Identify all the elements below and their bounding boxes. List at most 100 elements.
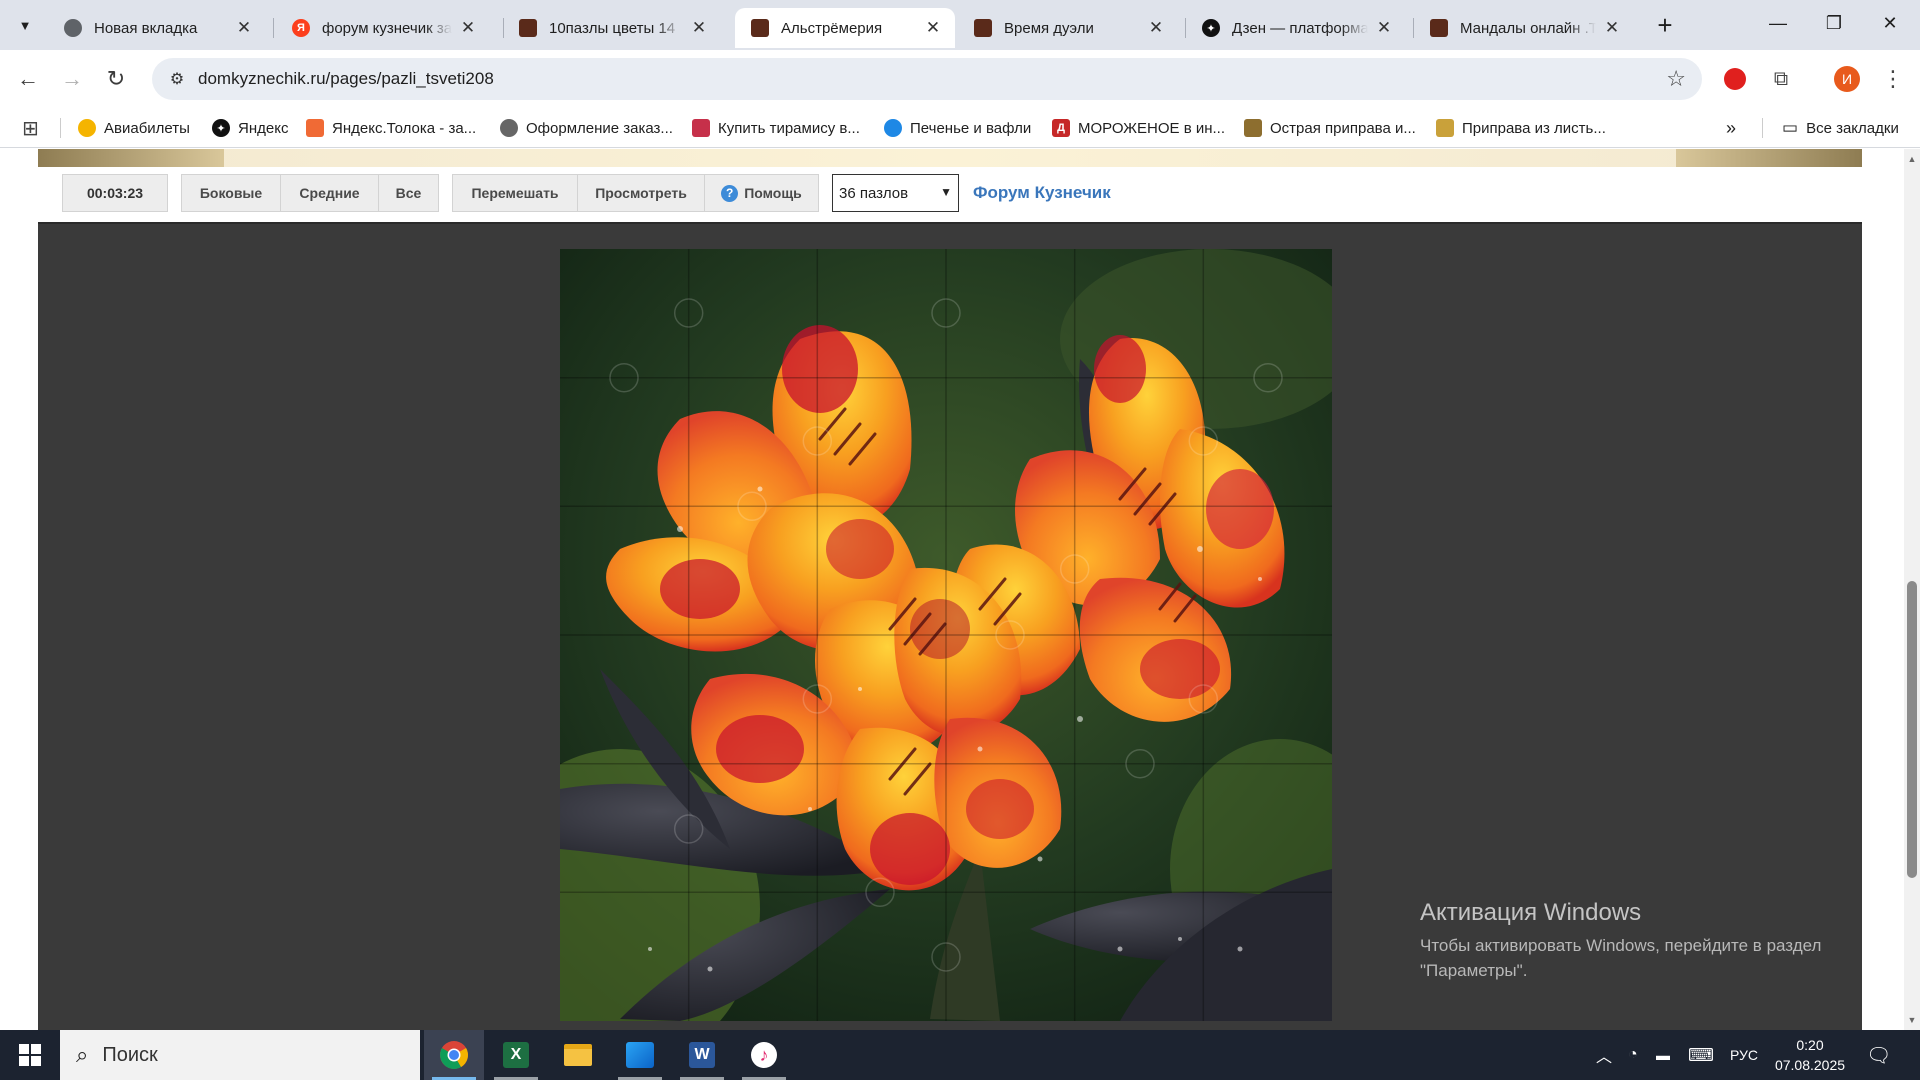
tab-alstroemeria[interactable]: Альстрёмерия ✕ <box>735 8 955 48</box>
shuffle-button[interactable]: Перемешать <box>452 174 578 212</box>
more-bookmarks-chevron-icon[interactable]: » <box>1726 116 1736 140</box>
bookmark-label: Печенье и вафли <box>910 119 1032 137</box>
dzen-icon: ✦ <box>212 119 230 137</box>
avatar: И <box>1834 66 1860 92</box>
scroll-up-icon[interactable]: ▲ <box>1904 151 1920 167</box>
language-indicator[interactable]: РУС <box>1730 1030 1758 1080</box>
taskbar-excel[interactable]: X <box>486 1030 546 1080</box>
folder-icon: ▭ <box>1782 118 1799 137</box>
bookmark-item[interactable]: Приправа из листь... <box>1436 116 1606 140</box>
question-icon: ? <box>721 184 739 202</box>
preview-button[interactable]: Просмотреть <box>578 174 705 212</box>
chrome-icon <box>64 19 82 37</box>
photos-icon <box>626 1042 654 1068</box>
plane-icon <box>78 119 96 137</box>
activation-line: Чтобы активировать Windows, перейдите в … <box>1420 936 1822 955</box>
close-icon[interactable]: ✕ <box>923 18 943 38</box>
tab-mandalas[interactable]: Мандалы онлайн .Т ✕ <box>1414 8 1634 48</box>
close-icon[interactable]: ✕ <box>458 18 478 38</box>
close-icon[interactable]: ✕ <box>234 18 254 38</box>
pieces-count-select[interactable]: 36 пазлов ▼ <box>832 174 959 212</box>
header-decoration <box>1676 149 1862 167</box>
clock-date: 07.08.2025 <box>1774 1057 1846 1073</box>
tab-puzzles-flowers[interactable]: 10пазлы цветы 14 ✕ <box>503 8 721 48</box>
restore-button[interactable]: ❐ <box>1806 0 1862 46</box>
taskbar-search-input[interactable]: ⌕ Поиск <box>60 1030 420 1080</box>
bookmark-item[interactable]: Острая приправа и... <box>1244 116 1416 140</box>
excel-icon: X <box>503 1042 529 1068</box>
yandex-icon: Я <box>292 19 310 37</box>
notifications-icon[interactable]: 🗨 <box>1866 1030 1891 1080</box>
close-icon[interactable]: ✕ <box>1602 18 1622 38</box>
keyboard-icon[interactable]: ⌨ <box>1688 1030 1714 1080</box>
bookmark-item[interactable]: Печенье и вафли <box>884 116 1031 140</box>
folder-icon <box>564 1044 592 1066</box>
scrollbar-thumb[interactable] <box>1907 581 1917 878</box>
help-button[interactable]: ? Помощь <box>705 174 819 212</box>
adblock-extension-icon[interactable] <box>1720 64 1750 94</box>
plus-icon: + <box>1657 9 1673 40</box>
music-note-icon: ♪ <box>751 1042 777 1068</box>
forward-button[interactable]: → <box>54 61 90 97</box>
taskbar-clock[interactable]: 0:20 07.08.2025 <box>1770 1035 1850 1075</box>
tab-dzen[interactable]: ✦ Дзен — платформа ✕ <box>1186 8 1406 48</box>
tab-title: форум кузнечик за <box>322 19 452 37</box>
bookmark-item[interactable]: Купить тирамису в... <box>692 116 860 140</box>
clock-time: 0:20 <box>1796 1037 1824 1053</box>
bookmark-item[interactable]: Д МОРОЖЕНОЕ в ин... <box>1052 116 1225 140</box>
all-bookmarks-button[interactable]: ▭ Все закладки <box>1782 116 1899 140</box>
close-icon[interactable]: ✕ <box>1146 18 1166 38</box>
forum-link[interactable]: Форум Кузнечик <box>973 183 1111 203</box>
url-text[interactable]: domkyznechik.ru/pages/pazli_tsveti208 <box>198 69 494 89</box>
shop-icon <box>884 119 902 137</box>
all-bookmarks-label: Все закладки <box>1806 119 1899 137</box>
apps-grid-icon[interactable]: ⊞ <box>22 116 39 140</box>
close-icon[interactable]: ✕ <box>689 18 709 38</box>
bookmark-label: Яндекс.Толока - за... <box>332 119 477 137</box>
bookmark-item[interactable]: Авиабилеты <box>78 116 190 140</box>
profile-avatar[interactable]: И <box>1832 64 1862 94</box>
bookmark-item[interactable]: ✦ Яндекс <box>212 116 288 140</box>
puzzle-image[interactable] <box>560 249 1332 1021</box>
sides-button[interactable]: Боковые <box>181 174 281 212</box>
dropdown-arrow-icon: ▼ <box>940 185 952 199</box>
site-icon <box>519 19 537 37</box>
all-button[interactable]: Все <box>379 174 439 212</box>
site-header-strip <box>38 149 1862 167</box>
tab-new-tab[interactable]: Новая вкладка ✕ <box>48 8 266 48</box>
scroll-down-icon[interactable]: ▼ <box>1904 1012 1920 1028</box>
start-button[interactable] <box>0 1030 60 1080</box>
puzzle-controls: 00:03:23 Боковые Средние Все Перемешать … <box>62 174 1111 212</box>
address-bar[interactable]: ⚙ domkyznechik.ru/pages/pazli_tsveti208 … <box>152 58 1702 100</box>
bookmark-item[interactable]: Яндекс.Толока - за... <box>306 116 476 140</box>
reload-button[interactable]: ↻ <box>98 61 134 97</box>
taskbar-photos[interactable] <box>610 1030 670 1080</box>
minimize-button[interactable]: — <box>1750 0 1806 46</box>
extensions-puzzle-icon[interactable]: ⧉ <box>1766 64 1796 94</box>
bookmark-item[interactable]: Оформление заказ... <box>500 116 673 140</box>
taskbar-file-explorer[interactable] <box>548 1030 608 1080</box>
show-hidden-icons-icon[interactable]: ︿ <box>1596 1030 1612 1080</box>
tab-strip: ▼ Новая вкладка ✕ Я форум кузнечик за ✕ … <box>0 0 1920 50</box>
battery-icon[interactable]: ▬ <box>1656 1030 1670 1080</box>
taskbar-word[interactable]: W <box>672 1030 732 1080</box>
dzen-icon: ✦ <box>1202 19 1220 37</box>
windows-taskbar: ⌕ Поиск X W ♪ ︿ ◔ ▬ ⌨ РУС 0:20 07.08.202… <box>0 1030 1920 1080</box>
bookmarks-bar: ⊞ Авиабилеты ✦ Яндекс Яндекс.Толока - за… <box>0 108 1920 148</box>
new-tab-button[interactable]: + <box>1650 10 1680 40</box>
site-settings-icon[interactable]: ⚙ <box>156 58 198 100</box>
network-icon[interactable]: ◔ <box>1628 1030 1638 1080</box>
tab-forum[interactable]: Я форум кузнечик за ✕ <box>276 8 490 48</box>
middle-button[interactable]: Средние <box>281 174 379 212</box>
close-window-button[interactable]: ✕ <box>1862 0 1918 46</box>
page-scrollbar[interactable]: ▲ ▼ <box>1904 149 1920 1030</box>
tab-duel-time[interactable]: Время дуэли ✕ <box>958 8 1178 48</box>
tab-separator <box>273 18 274 38</box>
menu-kebab-icon[interactable]: ⋮ <box>1878 64 1908 94</box>
taskbar-chrome[interactable] <box>424 1030 484 1080</box>
back-button[interactable]: ← <box>10 61 46 97</box>
bookmark-star-icon[interactable]: ☆ <box>1666 66 1686 92</box>
close-icon[interactable]: ✕ <box>1374 18 1394 38</box>
taskbar-itunes[interactable]: ♪ <box>734 1030 794 1080</box>
tab-search-button[interactable]: ▼ <box>8 8 42 42</box>
